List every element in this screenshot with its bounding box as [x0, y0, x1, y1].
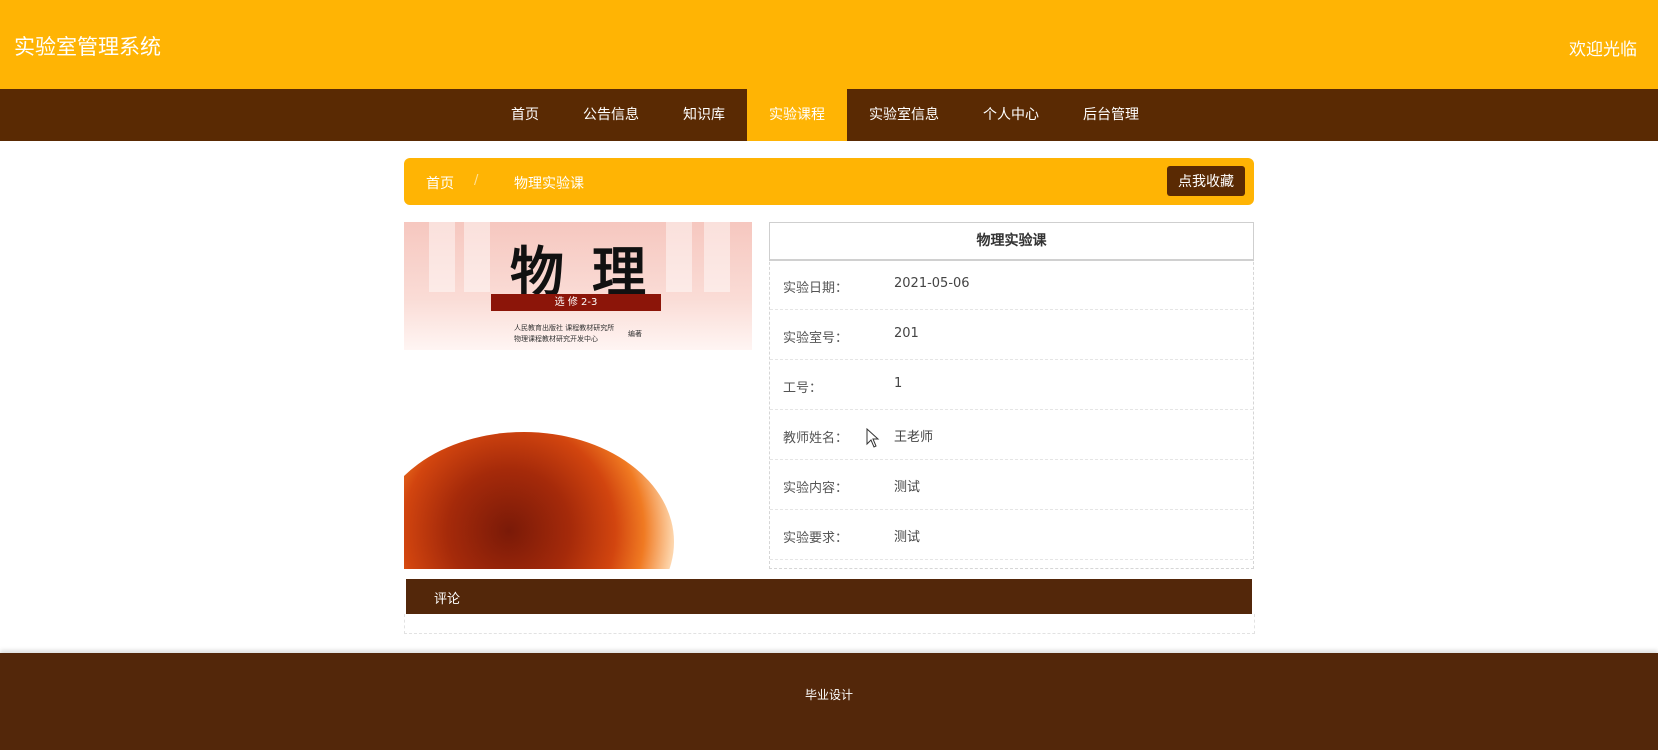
detail-label: 实验日期：: [783, 281, 849, 296]
comments-label: 评论: [434, 592, 461, 607]
comments-area: [404, 614, 1255, 634]
detail-value: 201: [894, 326, 919, 341]
course-cover-image: 物理 选 修 2-3 人民教育出版社 课程教材研究所 物理课程教材研究开发中心 …: [404, 222, 752, 569]
nav-item-courses[interactable]: 实验课程: [747, 89, 847, 141]
nav-item-announcements[interactable]: 公告信息: [561, 89, 661, 141]
nav-item-knowledge-base[interactable]: 知识库: [661, 89, 747, 141]
detail-row-teacher-name: 教师姓名： 王老师: [770, 410, 1253, 460]
detail-label: 实验要求：: [783, 531, 849, 546]
nav-item-lab-info[interactable]: 实验室信息: [847, 89, 961, 141]
cover-subtitle: 选 修 2-3: [491, 294, 661, 311]
top-header: 实验室管理系统 欢迎光临: [0, 0, 1658, 89]
nav-item-personal-center[interactable]: 个人中心: [961, 89, 1061, 141]
detail-row-date: 实验日期： 2021-05-06: [770, 260, 1253, 310]
detail-value: 1: [894, 376, 903, 391]
breadcrumb-home-link[interactable]: 首页: [426, 173, 454, 193]
favorite-button[interactable]: 点我收藏: [1167, 166, 1245, 196]
detail-row-requirements: 实验要求： 测试: [770, 510, 1253, 560]
breadcrumb-current: 物理实验课: [514, 176, 584, 192]
detail-row-content: 实验内容： 测试: [770, 460, 1253, 510]
course-detail-panel: 物理实验课 实验日期： 2021-05-06 实验室号： 201 工号： 1 教…: [769, 222, 1254, 569]
nav-item-admin[interactable]: 后台管理: [1061, 89, 1161, 141]
footer-text: 毕业设计: [804, 688, 853, 702]
comments-header: 评论: [406, 579, 1252, 614]
nav-bar: 首页 公告信息 知识库 实验课程 实验室信息 个人中心 后台管理: [0, 89, 1658, 141]
detail-row-staff-id: 工号： 1: [770, 360, 1253, 410]
detail-label: 教师姓名：: [783, 431, 849, 446]
cover-publisher: 人民教育出版社 课程教材研究所 物理课程教材研究开发中心: [514, 324, 615, 343]
site-title[interactable]: 实验室管理系统: [14, 31, 161, 61]
breadcrumb-separator: /: [474, 173, 479, 188]
detail-value: 2021-05-06: [894, 276, 970, 291]
detail-row-lab-number: 实验室号： 201: [770, 310, 1253, 360]
detail-value: 测试: [894, 480, 921, 495]
cover-publisher-suffix: 编著: [628, 330, 642, 338]
detail-label: 工号：: [783, 381, 823, 396]
breadcrumb: 首页 / 物理实验课 点我收藏: [404, 158, 1254, 205]
main-nav: 首页 公告信息 知识库 实验课程 实验室信息 个人中心 后台管理: [0, 89, 1658, 141]
nav-item-home[interactable]: 首页: [489, 89, 561, 141]
footer: 毕业设计: [0, 653, 1658, 750]
sun-image: [404, 432, 674, 569]
detail-label: 实验内容：: [783, 481, 849, 496]
detail-value: 测试: [894, 530, 921, 545]
detail-value: 王老师: [894, 430, 934, 445]
mouse-cursor-icon: [866, 428, 880, 448]
detail-title: 物理实验课: [769, 222, 1254, 261]
welcome-text: 欢迎光临: [1569, 40, 1637, 60]
detail-label: 实验室号：: [783, 331, 849, 346]
